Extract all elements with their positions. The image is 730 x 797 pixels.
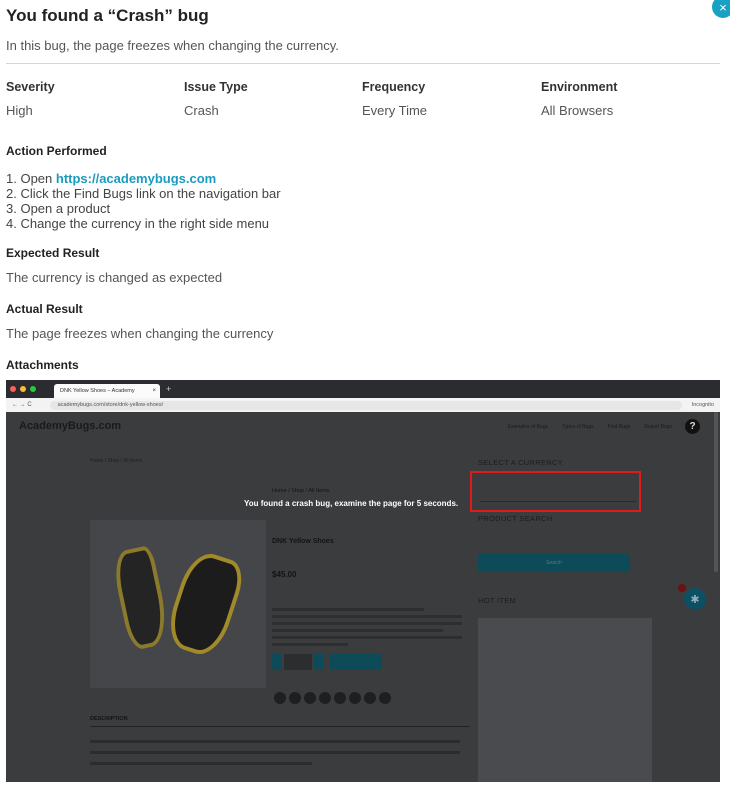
step-prefix: 1. Open [6, 171, 56, 186]
meta-label: Severity [6, 80, 55, 94]
product-search-heading: PRODUCT SEARCH [478, 514, 553, 523]
shoe-image [110, 544, 172, 652]
tab-title: DNK Yellow Shoes – Academy [60, 388, 135, 394]
site-logo: AcademyBugs.com [19, 420, 122, 432]
steps-list: 1. Open https://academybugs.com 2. Click… [6, 171, 720, 231]
action-title: Action Performed [6, 144, 107, 158]
new-tab-icon: + [166, 384, 172, 394]
hot-item-image [478, 618, 652, 782]
bug-title: You found a “Crash” bug [6, 6, 209, 25]
tab-close-icon: × [152, 388, 156, 394]
academybugs-link[interactable]: https://academybugs.com [56, 171, 216, 186]
product-text-lines [272, 608, 462, 650]
actual-text: The page freezes when changing the curre… [6, 326, 274, 341]
meta-frequency: Frequency Every Time [362, 80, 541, 118]
step-item: 2. Click the Find Bugs link on the navig… [6, 186, 281, 201]
social-icons [274, 692, 391, 704]
currency-highlight-box [470, 471, 641, 512]
qty-controls [272, 654, 382, 670]
url-field: academybugs.com/store/dnk-yellow-shoes/ [49, 400, 682, 410]
nav-item: Find Bugs [607, 424, 631, 430]
nav-item: Report Bugs [644, 424, 672, 430]
step-item: 3. Open a product [6, 201, 111, 216]
product-image [90, 520, 266, 688]
attachments-title: Attachments [6, 358, 79, 372]
meta-label: Frequency [362, 80, 426, 94]
divider [6, 63, 720, 64]
step-item: 1. Open https://academybugs.com [6, 171, 720, 186]
meta-value: Every Time [362, 103, 428, 118]
site-page: AcademyBugs.com Examples of Bugs Types o… [6, 412, 720, 782]
nav-item: Examples of Bugs [507, 424, 548, 430]
product-price: $45.00 [272, 570, 297, 579]
bug-badge [678, 584, 686, 592]
meta-severity: Severity High [6, 80, 184, 118]
help-icon: ? [685, 419, 700, 434]
meta-value: All Browsers [541, 103, 614, 118]
product-breadcrumb: Home / Shop / All Items [272, 488, 330, 494]
browser-tabbar: DNK Yellow Shoes – Academy × + [6, 380, 720, 398]
meta-environment: Environment All Browsers [541, 80, 720, 118]
meta-value: Crash [184, 103, 219, 118]
meta-issue-type: Issue Type Crash [184, 80, 362, 118]
description-tab: DESCRIPTION [90, 716, 470, 727]
expected-text: The currency is changed as expected [6, 270, 223, 285]
bug-report: You found a “Crash” bug In this bug, the… [0, 6, 730, 372]
bug-subtitle: In this bug, the page freezes when chang… [6, 38, 339, 53]
step-item: 4. Change the currency in the right side… [6, 216, 270, 231]
site-breadcrumb: Home / Shop / All Items [90, 458, 143, 464]
browser-tab: DNK Yellow Shoes – Academy × [54, 384, 160, 398]
shoe-image [161, 547, 249, 661]
meta-label: Issue Type [184, 80, 248, 94]
nav-arrows-icon: ← → C [12, 402, 32, 408]
bug-icon: ✱ [684, 588, 706, 610]
address-bar: ← → C academybugs.com/store/dnk-yellow-s… [6, 398, 720, 412]
window-max-dot [30, 386, 36, 392]
description-lines [90, 740, 460, 773]
expected-title: Expected Result [6, 246, 100, 260]
meta-label: Environment [541, 80, 618, 94]
hot-item-heading: HOT ITEM [478, 596, 517, 605]
nav-item: Types of Bugs [562, 424, 594, 430]
window-close-dot [10, 386, 16, 392]
search-button: Search [478, 554, 630, 572]
site-nav: Examples of Bugs Types of Bugs Find Bugs… [508, 424, 672, 430]
actual-title: Actual Result [6, 302, 83, 316]
bug-meta: Severity High Issue Type Crash Frequency… [6, 80, 720, 118]
scrollbar [714, 412, 718, 572]
product-name: DNK Yellow Shoes [272, 538, 334, 545]
incognito-label: Incognito [691, 402, 714, 408]
select-currency-heading: SELECT A CURRENCY [478, 458, 563, 467]
window-min-dot [20, 386, 26, 392]
meta-value: High [6, 103, 33, 118]
attachment-screenshot[interactable]: DNK Yellow Shoes – Academy × + ← → C aca… [6, 380, 720, 782]
crash-overlay-message: You found a crash bug, examine the page … [244, 499, 459, 508]
